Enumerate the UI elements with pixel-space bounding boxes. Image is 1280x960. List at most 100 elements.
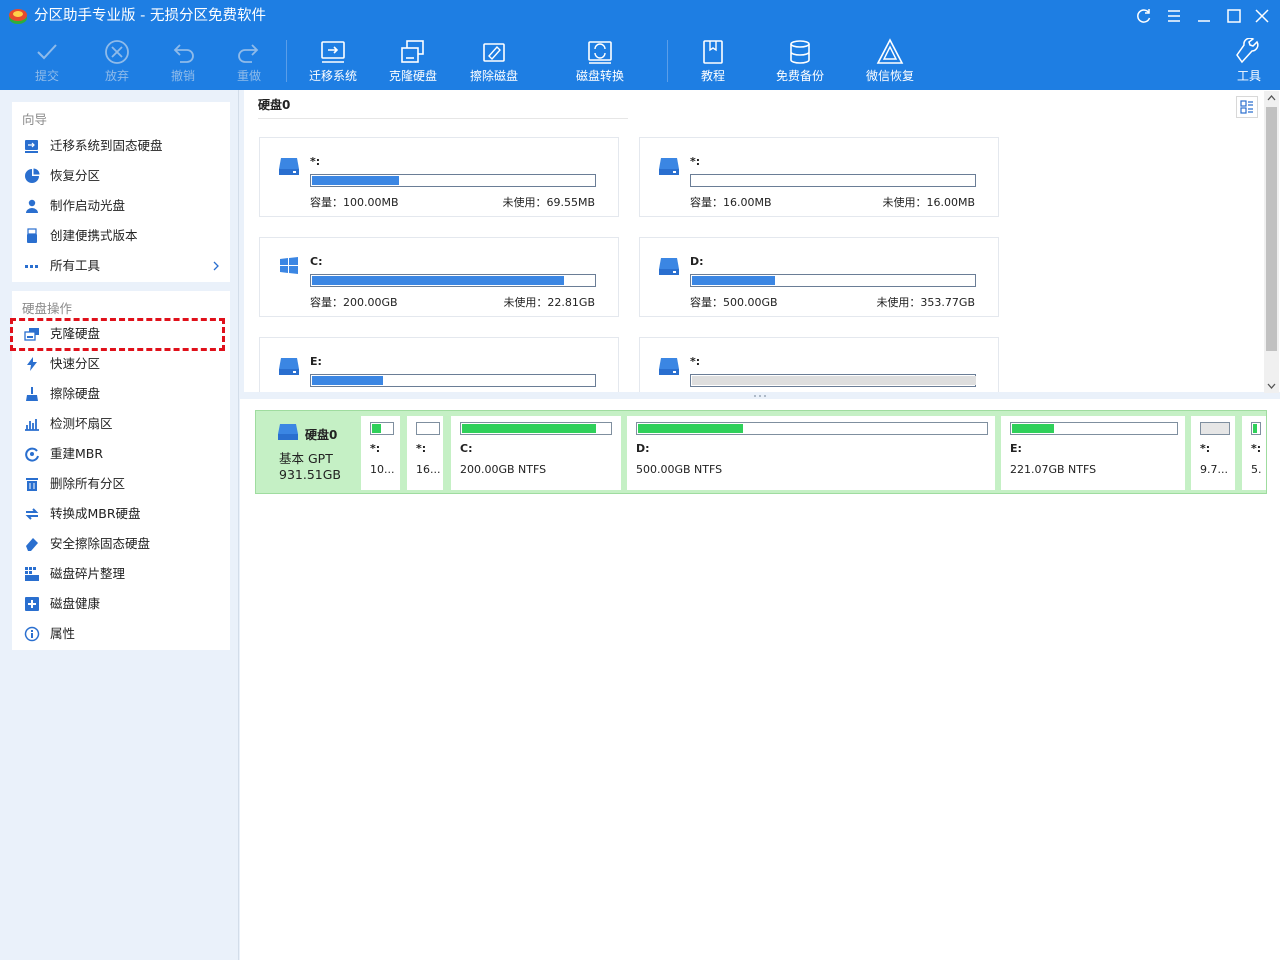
sidebar-item-migrate-ssd[interactable]: 迁移系统到固态硬盘	[12, 131, 230, 161]
scroll-down-icon[interactable]	[1264, 378, 1279, 393]
wipe-disk-label: 擦除磁盘	[469, 69, 518, 83]
sidebar-item-disk-health[interactable]: 磁盘健康	[12, 589, 230, 619]
sidebar-item-recover-partition[interactable]: 恢复分区	[12, 161, 230, 191]
partition-capacity: 容量：16.00MB	[690, 196, 772, 209]
disk-segment[interactable]: *: 16...	[407, 416, 443, 490]
partition-card[interactable]: *:	[639, 337, 999, 392]
sidebar-item-bad-sector[interactable]: 检测坏扇区	[12, 409, 230, 439]
partition-capacity: 容量：200.00GB	[310, 296, 398, 309]
sidebar-item-label: 恢复分区	[50, 168, 101, 183]
delete-partitions-icon	[26, 478, 38, 491]
disk-segment[interactable]: C: 200.00GB NTFS	[451, 416, 621, 490]
segment-size: 200.00GB NTFS	[460, 463, 547, 476]
scroll-up-icon[interactable]	[1264, 91, 1279, 106]
segment-size: 5.	[1251, 463, 1262, 476]
segment-usage-fill	[1012, 424, 1054, 433]
sidebar-item-defrag[interactable]: 磁盘碎片整理	[12, 559, 230, 589]
sidebar-item-bootable-media[interactable]: 制作启动光盘	[12, 191, 230, 221]
vertical-scrollbar[interactable]	[1264, 91, 1279, 393]
disk-segment[interactable]: *: 10...	[361, 416, 400, 490]
scrollbar-thumb[interactable]	[1266, 107, 1277, 351]
sidebar-item-label: 检测坏扇区	[50, 416, 113, 431]
disk-convert-button[interactable]: 磁盘转换	[570, 32, 630, 90]
partition-card[interactable]: *: 容量：100.00MB 未使用：69.55MB	[259, 137, 619, 217]
maximize-icon[interactable]	[1224, 6, 1244, 26]
disk-map-row[interactable]: 硬盘0 基本 GPT 931.51GB *: 10... *: 16... C:…	[255, 410, 1267, 494]
free-backup-label: 免费备份	[775, 69, 824, 83]
disk-partition-panel: 硬盘0 *: 容量：100.00MB 未使用：69.55MB *: 容量：16.…	[244, 90, 1280, 392]
free-backup-button[interactable]: 免费备份	[770, 32, 830, 90]
clone-disk-button[interactable]: 克隆硬盘	[384, 32, 442, 90]
migrate-os-button[interactable]: 迁移系统	[302, 32, 364, 90]
discard-button[interactable]: 放弃	[92, 32, 142, 90]
usage-bar	[690, 174, 976, 187]
sidebar-item-label: 擦除硬盘	[50, 386, 101, 401]
disk-segment[interactable]: D: 500.00GB NTFS	[627, 416, 995, 490]
redo-button[interactable]: 重做	[224, 32, 274, 90]
sidebar-item-label: 转换成MBR硬盘	[50, 506, 141, 521]
minimize-icon[interactable]	[1194, 6, 1214, 26]
disk-segment[interactable]: E: 221.07GB NTFS	[1001, 416, 1185, 490]
segment-name: C:	[460, 442, 473, 455]
sidebar-item-label: 删除所有分区	[50, 476, 126, 491]
sidebar-item-convert-mbr[interactable]: 转换成MBR硬盘	[12, 499, 230, 529]
undo-button[interactable]: 撤销	[158, 32, 208, 90]
tutorial-button[interactable]: 教程	[690, 32, 736, 90]
partition-capacity: 容量：500.00GB	[690, 296, 778, 309]
drive-icon	[659, 158, 679, 175]
drive-icon	[279, 358, 299, 375]
segment-name: E:	[1010, 442, 1022, 455]
wipe-disk-button[interactable]: 擦除磁盘	[465, 32, 523, 90]
segment-usage-bar	[460, 422, 612, 435]
segment-size: 221.07GB NTFS	[1010, 463, 1097, 476]
sidebar-item-properties[interactable]: 属性	[12, 619, 230, 649]
sidebar-item-rebuild-mbr[interactable]: 重建MBR	[12, 439, 230, 469]
sidebar-item-quick-partition[interactable]: 快速分区	[12, 349, 230, 379]
wizard-section-title: 向导	[22, 112, 48, 127]
partition-free: 未使用：16.00MB	[882, 196, 975, 209]
migrate-os-icon	[321, 41, 345, 63]
tutorial-label: 教程	[700, 69, 725, 83]
recover-partition-icon	[25, 168, 40, 183]
disk-segment[interactable]: *: 5.	[1242, 416, 1266, 490]
sidebar-item-delete-all-partitions[interactable]: 删除所有分区	[12, 469, 230, 499]
segment-name: *:	[416, 442, 427, 455]
partition-card[interactable]: C: 容量：200.00GB 未使用：22.81GB	[259, 237, 619, 317]
bootable-media-icon	[26, 199, 38, 213]
disk-title: 硬盘0	[258, 98, 291, 112]
drive-icon	[659, 358, 679, 375]
submit-button[interactable]: 提交	[22, 32, 72, 90]
usage-bar	[310, 174, 596, 187]
partition-card[interactable]: *: 容量：16.00MB 未使用：16.00MB	[639, 137, 999, 217]
segment-usage-bar	[370, 422, 394, 435]
close-icon[interactable]	[1252, 6, 1272, 26]
usage-bar-fill	[692, 376, 976, 385]
sidebar-item-all-tools[interactable]: 所有工具	[12, 251, 230, 281]
view-toggle-button[interactable]	[1236, 96, 1258, 118]
partition-name: *:	[690, 155, 701, 168]
segment-usage-fill	[638, 424, 743, 433]
toolbar-separator	[286, 40, 287, 82]
wechat-recovery-button[interactable]: 微信恢复	[860, 32, 920, 90]
wrench-icon	[1236, 38, 1259, 64]
partition-card[interactable]: E:	[259, 337, 619, 392]
segment-size: 500.00GB NTFS	[636, 463, 723, 476]
submit-label: 提交	[34, 69, 59, 83]
rebuild-mbr-icon	[25, 447, 39, 462]
menu-icon[interactable]	[1164, 6, 1184, 26]
sidebar-item-label: 属性	[50, 626, 76, 641]
sidebar-item-secure-erase-ssd[interactable]: 安全擦除固态硬盘	[12, 529, 230, 559]
partition-name: E:	[310, 355, 322, 368]
sidebar-item-wipe-disk[interactable]: 擦除硬盘	[12, 379, 230, 409]
refresh-icon[interactable]	[1134, 6, 1154, 26]
sidebar-item-portable-version[interactable]: 创建便携式版本	[12, 221, 230, 251]
tools-button[interactable]: 工具	[1226, 32, 1272, 90]
sidebar-item-label: 磁盘健康	[50, 596, 101, 611]
window-title: 分区助手专业版 - 无损分区免费软件	[34, 8, 266, 24]
partition-card[interactable]: D: 容量：500.00GB 未使用：353.77GB	[639, 237, 999, 317]
bad-sector-icon	[25, 419, 39, 431]
disk-convert-icon	[588, 41, 612, 64]
discard-label: 放弃	[104, 69, 129, 83]
disk-segment[interactable]: *: 9.7...	[1191, 416, 1235, 490]
clone-disk-label: 克隆硬盘	[388, 69, 437, 83]
